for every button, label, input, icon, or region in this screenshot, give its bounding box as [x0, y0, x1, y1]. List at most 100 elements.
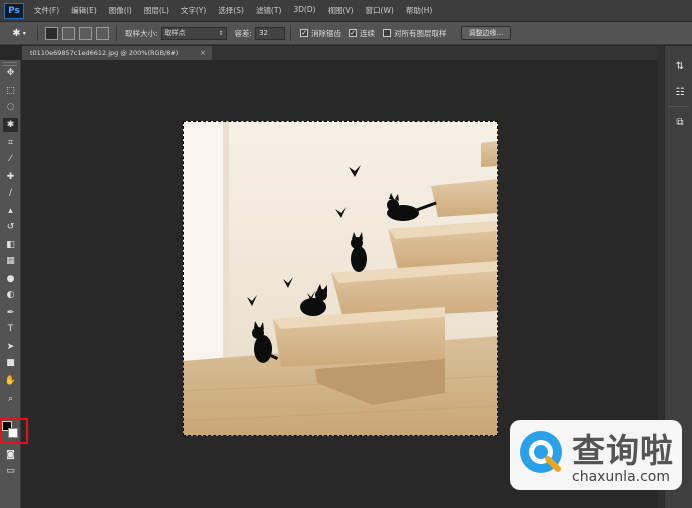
- brush-tool[interactable]: ∕: [3, 186, 18, 200]
- gradient-icon: ▦: [6, 256, 15, 266]
- unchecked-box-icon: [383, 29, 392, 37]
- screen-mode-button[interactable]: ▭: [3, 464, 18, 478]
- new-selection-button[interactable]: [45, 26, 58, 40]
- menu-item[interactable]: 文件(F): [28, 5, 65, 16]
- intersect-selection-button[interactable]: [96, 26, 109, 40]
- sample-size-value: 取样点: [164, 29, 186, 37]
- menu-item[interactable]: 文字(Y): [175, 5, 212, 16]
- contiguous-label: 连续: [360, 28, 376, 38]
- magic-wand-icon: ✱: [12, 27, 21, 39]
- add-selection-button[interactable]: [62, 26, 75, 40]
- stairs-illustration: [183, 121, 498, 436]
- menu-item[interactable]: 3D(D): [287, 5, 321, 16]
- history-brush-icon: ↺: [6, 222, 15, 232]
- menu-item[interactable]: 编辑(E): [65, 5, 103, 16]
- contiguous-checkbox[interactable]: ✓ 连续: [349, 28, 375, 39]
- eraser-tool[interactable]: ◧: [3, 238, 18, 252]
- all-layers-checkbox[interactable]: 对所有图层取样: [383, 28, 447, 39]
- layers-panel-icon: ⧉: [676, 116, 684, 128]
- eyedropper-icon: ⁄: [9, 154, 12, 164]
- dock-history[interactable]: ⇅: [672, 58, 688, 74]
- dodge-tool[interactable]: ◐: [3, 288, 18, 302]
- antialias-checkbox[interactable]: ✓ 消除锯齿: [300, 28, 341, 39]
- pen-tool[interactable]: ✒: [3, 306, 18, 320]
- document-tab-title: t0110e69857c1ed6612.jpg @ 200%(RGB/8#): [30, 49, 179, 57]
- watermark-logo: 查询啦 chaxunla.com: [510, 420, 682, 490]
- menu-item[interactable]: 窗口(W): [360, 5, 400, 16]
- chevron-down-icon: ▾: [22, 29, 26, 37]
- marquee-tool[interactable]: ⬚: [3, 84, 18, 98]
- move-tool[interactable]: ✥: [3, 66, 18, 80]
- crop-tool[interactable]: ⌗: [3, 136, 18, 150]
- eraser-icon: ◧: [6, 240, 15, 250]
- healing-tool[interactable]: ✚: [3, 170, 18, 184]
- zoom-icon: ⌕: [7, 394, 14, 404]
- menu-item[interactable]: 图层(L): [138, 5, 175, 16]
- shape-tool[interactable]: ■: [3, 356, 18, 370]
- dock-layers[interactable]: ⧉: [672, 114, 688, 130]
- lasso-tool[interactable]: ◌: [3, 100, 18, 114]
- menu-items: 文件(F) 编辑(E) 图像(I) 图层(L) 文字(Y) 选择(S) 滤镜(T) 3D(D)…: [28, 5, 438, 16]
- pen-icon: ✒: [6, 308, 15, 318]
- move-icon: ✥: [6, 68, 15, 78]
- photoshop-logo: Ps: [4, 2, 24, 19]
- screen-mode-icon: ▭: [6, 466, 15, 476]
- dock-adjust[interactable]: ☷: [672, 84, 688, 100]
- watermark-domain-text: chaxunla.com: [572, 469, 670, 485]
- divider: [116, 25, 117, 41]
- checkmark-icon: ✓: [300, 29, 309, 37]
- bandage-icon: ✚: [6, 172, 15, 182]
- watermark-chinese-text: 查询啦: [572, 431, 674, 470]
- zoom-tool[interactable]: ⌕: [3, 392, 18, 406]
- hand-tool[interactable]: ✋: [3, 374, 18, 388]
- menu-item[interactable]: 图像(I): [103, 5, 138, 16]
- refine-edge-button[interactable]: 调整边缘...: [460, 26, 512, 40]
- rect-marquee-icon: ⬚: [6, 86, 15, 96]
- background-color-swatch[interactable]: [8, 428, 18, 438]
- menu-bar: Ps 文件(F) 编辑(E) 图像(I) 图层(L) 文字(Y) 选择(S) 滤镜(T) 3D…: [0, 0, 692, 22]
- checkmark-icon: ✓: [349, 29, 358, 37]
- antialias-label: 消除锯齿: [311, 28, 342, 38]
- gradient-tool[interactable]: ▦: [3, 254, 18, 268]
- all-layers-label: 对所有图层取样: [394, 28, 447, 38]
- menu-item[interactable]: 视图(V): [322, 5, 360, 16]
- quick-mask-icon: ◙: [6, 450, 15, 460]
- magic-wand-icon: ✱: [6, 120, 15, 130]
- tolerance-input[interactable]: 32: [255, 26, 286, 40]
- stamp-tool[interactable]: ▴: [3, 204, 18, 218]
- sample-size-label: 取样大小:: [125, 28, 158, 38]
- path-select-tool[interactable]: ➤: [3, 340, 18, 354]
- document-tab[interactable]: t0110e69857c1ed6612.jpg @ 200%(RGB/8#) ×: [22, 46, 212, 60]
- history-panel-icon: ⇅: [675, 60, 685, 72]
- divider: [37, 25, 38, 41]
- magic-wand-tool[interactable]: ✱: [3, 118, 18, 132]
- tolerance-label: 容差:: [234, 28, 253, 38]
- subtract-selection-button[interactable]: [79, 26, 92, 40]
- drop-icon: ●: [6, 274, 15, 284]
- dodge-icon: ◐: [6, 290, 15, 300]
- lasso-icon: ◌: [6, 102, 15, 112]
- options-bar: ✱ ▾ 取样大小: 取样点 ⇕ 容差: 32 ✓ 消除锯齿 ✓ 连续 对所有图层取…: [0, 22, 692, 45]
- divider: [290, 25, 292, 41]
- menu-item[interactable]: 选择(S): [212, 5, 250, 16]
- history-brush-tool[interactable]: ↺: [3, 220, 18, 234]
- quick-mask-button[interactable]: ◙: [3, 448, 18, 462]
- rectangle-icon: ■: [6, 358, 15, 368]
- stamp-icon: ▴: [8, 206, 13, 216]
- blur-tool[interactable]: ●: [3, 272, 18, 286]
- chevron-updown-icon: ⇕: [218, 29, 224, 37]
- type-tool[interactable]: T: [3, 322, 18, 336]
- tool-preset-picker[interactable]: ✱ ▾: [6, 24, 32, 42]
- type-icon: T: [7, 324, 14, 334]
- magnifier-logo-icon: [520, 431, 562, 473]
- sample-size-select[interactable]: 取样点 ⇕: [160, 26, 227, 40]
- close-icon[interactable]: ×: [200, 49, 206, 57]
- eyedropper-tool[interactable]: ⁄: [3, 152, 18, 166]
- menu-item[interactable]: 滤镜(T): [250, 5, 287, 16]
- document-image[interactable]: [183, 121, 498, 436]
- dock-divider: [669, 106, 689, 107]
- hand-icon: ✋: [4, 376, 17, 386]
- crop-icon: ⌗: [7, 138, 14, 148]
- properties-panel-icon: ☷: [675, 86, 685, 98]
- menu-item[interactable]: 帮助(H): [400, 5, 439, 16]
